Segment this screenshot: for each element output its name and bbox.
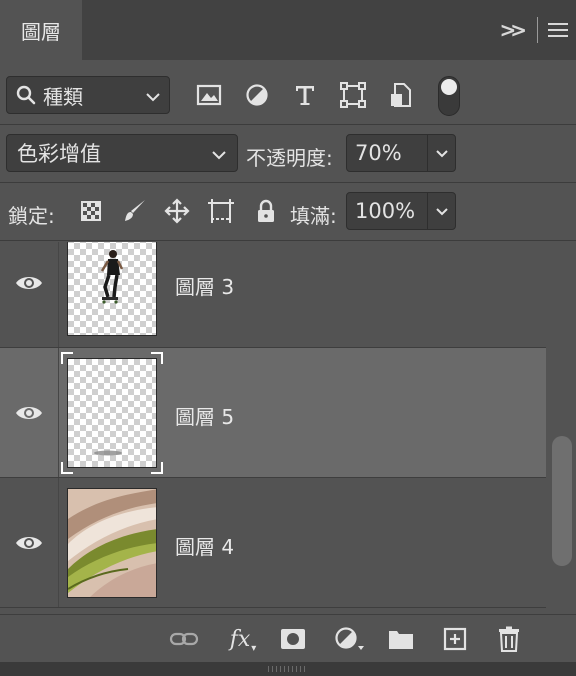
eye-icon[interactable] <box>15 273 43 293</box>
collapse-panel-button[interactable]: >> <box>499 18 527 42</box>
divider <box>58 348 59 477</box>
filter-kind-label: 種類 <box>43 84 83 109</box>
selection-corner <box>61 352 73 364</box>
selection-corner <box>61 462 73 474</box>
shadow-shape <box>94 450 122 456</box>
opacity-dropdown-button[interactable] <box>427 135 455 171</box>
fill-label: 填滿: <box>290 204 337 228</box>
layer-style-fx-button[interactable]: fx ▾ <box>225 625 261 654</box>
smart-object-filter-icon[interactable] <box>385 78 417 112</box>
toggle-knob <box>441 79 457 95</box>
selection-corner <box>151 352 163 364</box>
lock-transparent-pixels-icon[interactable] <box>76 196 106 226</box>
blend-mode-value: 色彩增值 <box>17 142 101 166</box>
new-group-folder-icon[interactable] <box>386 625 416 653</box>
layers-list: 圖層 3 圖層 5 圖層 4 <box>0 242 546 614</box>
fill-value[interactable]: 100% <box>347 199 427 223</box>
layer-row-selected[interactable]: 圖層 5 <box>0 348 546 478</box>
lock-all-icon[interactable] <box>251 196 281 226</box>
divider <box>58 478 59 607</box>
filter-toggle[interactable] <box>438 76 460 116</box>
shape-filter-icon[interactable] <box>337 78 369 112</box>
tab-layers[interactable]: 圖層 <box>0 0 82 60</box>
layer-name[interactable]: 圖層 3 <box>175 271 234 300</box>
lock-label: 鎖定: <box>8 204 55 228</box>
add-mask-icon[interactable] <box>278 625 308 653</box>
link-layers-icon[interactable] <box>169 625 199 653</box>
filter-kind-select[interactable]: 種類 <box>6 76 170 114</box>
panel-resize-bar[interactable] <box>0 662 576 676</box>
eye-icon[interactable] <box>15 533 43 553</box>
divider <box>537 17 538 43</box>
dropdown-triangle-icon: ▾ <box>251 642 257 654</box>
divider <box>0 182 576 183</box>
abstract-swirl-image <box>68 489 156 597</box>
layers-toolbar: fx ▾ <box>0 614 576 662</box>
new-adjustment-layer-icon[interactable] <box>332 625 366 653</box>
layer-name[interactable]: 圖層 4 <box>175 531 234 560</box>
opacity-field[interactable]: 70% <box>346 134 456 172</box>
resize-grip-icon[interactable] <box>268 666 308 672</box>
type-filter-icon[interactable] <box>289 78 321 112</box>
layers-scrollbar-thumb[interactable] <box>552 436 572 566</box>
layer-row[interactable]: 圖層 4 <box>0 478 546 608</box>
lock-image-pixels-icon[interactable] <box>119 196 149 226</box>
layer-thumbnail <box>67 488 157 598</box>
adjustment-filter-icon[interactable] <box>241 78 273 112</box>
lock-position-icon[interactable] <box>162 196 192 226</box>
chevron-down-icon <box>145 83 161 107</box>
delete-layer-trash-icon[interactable] <box>494 625 524 653</box>
divider <box>0 240 576 241</box>
layer-row[interactable]: 圖層 3 <box>0 242 546 348</box>
layer-thumbnail <box>67 358 157 468</box>
skateboarder-figure <box>100 250 124 304</box>
panel-titlebar: 圖層 >> <box>0 0 576 60</box>
blend-mode-select[interactable]: 色彩增值 <box>6 134 238 172</box>
eye-icon[interactable] <box>15 403 43 423</box>
divider <box>0 124 576 125</box>
new-layer-icon[interactable] <box>440 625 470 653</box>
divider <box>58 242 59 347</box>
fill-dropdown-button[interactable] <box>427 193 455 229</box>
fx-label: fx <box>229 626 251 652</box>
opacity-label: 不透明度: <box>246 146 333 170</box>
fill-field[interactable]: 100% <box>346 192 456 230</box>
search-icon <box>15 84 37 106</box>
opacity-value[interactable]: 70% <box>347 141 427 165</box>
layer-name[interactable]: 圖層 5 <box>175 401 234 430</box>
chevron-down-icon <box>211 141 227 165</box>
layer-thumbnail <box>67 242 157 336</box>
panel-controls: >> <box>499 0 568 60</box>
tab-layers-label: 圖層 <box>21 19 61 44</box>
lock-artboard-icon[interactable] <box>206 196 236 226</box>
selection-corner <box>151 462 163 474</box>
panel-menu-icon[interactable] <box>548 23 568 37</box>
image-filter-icon[interactable] <box>193 78 225 112</box>
